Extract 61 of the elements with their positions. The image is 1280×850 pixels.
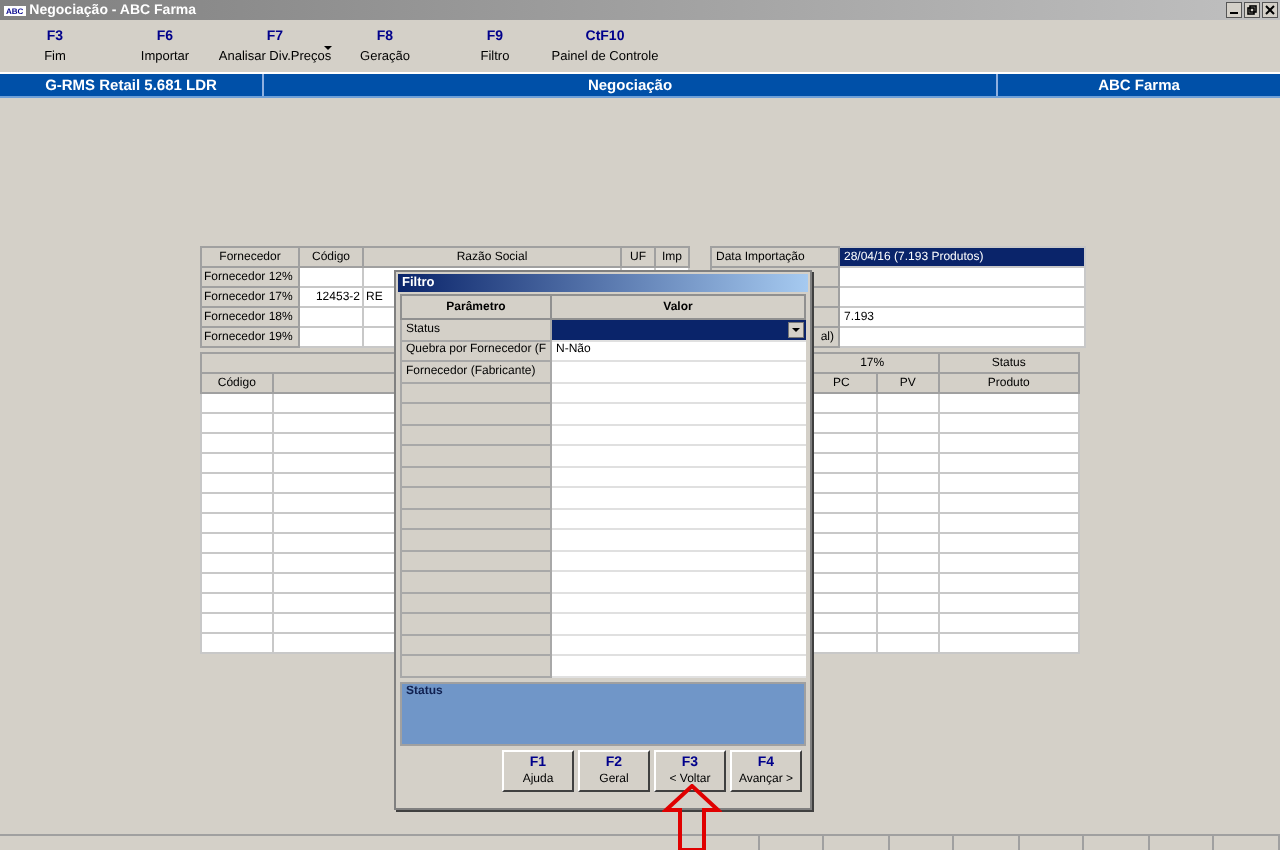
table-cell [201,553,273,573]
table-cell [877,573,939,593]
table-cell [938,413,1079,433]
value-field[interactable] [551,613,805,634]
table-cell [938,473,1079,493]
value-field[interactable] [551,361,805,382]
value-field[interactable] [551,508,805,529]
table-cell [938,513,1079,533]
table-cell [877,453,939,473]
table-cell [938,593,1079,613]
table-cell [877,393,939,413]
table-cell [938,453,1079,473]
table-cell [877,553,939,573]
table-cell [201,533,273,553]
value-field[interactable] [551,466,805,487]
table-cell [938,613,1079,633]
value-field[interactable] [551,382,805,403]
table-cell [938,433,1079,453]
value-field[interactable] [551,592,805,613]
value-field[interactable] [551,529,805,550]
table-cell [201,433,273,453]
value-field[interactable] [551,655,805,676]
value-field[interactable] [551,571,805,592]
table-cell [201,453,273,473]
table-cell [201,613,273,633]
value-field[interactable] [551,445,805,466]
value-field[interactable] [551,424,805,445]
restore-icon[interactable] [1244,2,1260,18]
table-cell [201,593,273,613]
table-cell [201,413,273,433]
table-cell [877,433,939,453]
table-cell [877,413,939,433]
close-icon[interactable] [1262,2,1278,18]
table-cell [938,393,1079,413]
table-cell [877,593,939,613]
table-cell [877,473,939,493]
table-cell [938,533,1079,553]
table-cell [201,573,273,593]
table-cell [938,633,1079,653]
table-cell [938,573,1079,593]
value-field[interactable] [551,634,805,655]
table-cell [938,493,1079,513]
minimize-icon[interactable] [1226,2,1242,18]
value-field[interactable] [551,319,805,340]
table-cell [938,553,1079,573]
table-cell [877,493,939,513]
table-cell [201,493,273,513]
table-cell [201,633,273,653]
value-field[interactable] [551,487,805,508]
value-field[interactable] [551,550,805,571]
table-cell [201,473,273,493]
table-cell [201,513,273,533]
table-cell [201,393,273,413]
table-cell [877,513,939,533]
table-cell [877,613,939,633]
dropdown-icon[interactable] [787,322,803,338]
table-cell [877,533,939,553]
caret-icon [324,46,332,50]
table-cell [877,633,939,653]
up-arrow-drawing [662,784,722,850]
value-field[interactable] [551,403,805,424]
